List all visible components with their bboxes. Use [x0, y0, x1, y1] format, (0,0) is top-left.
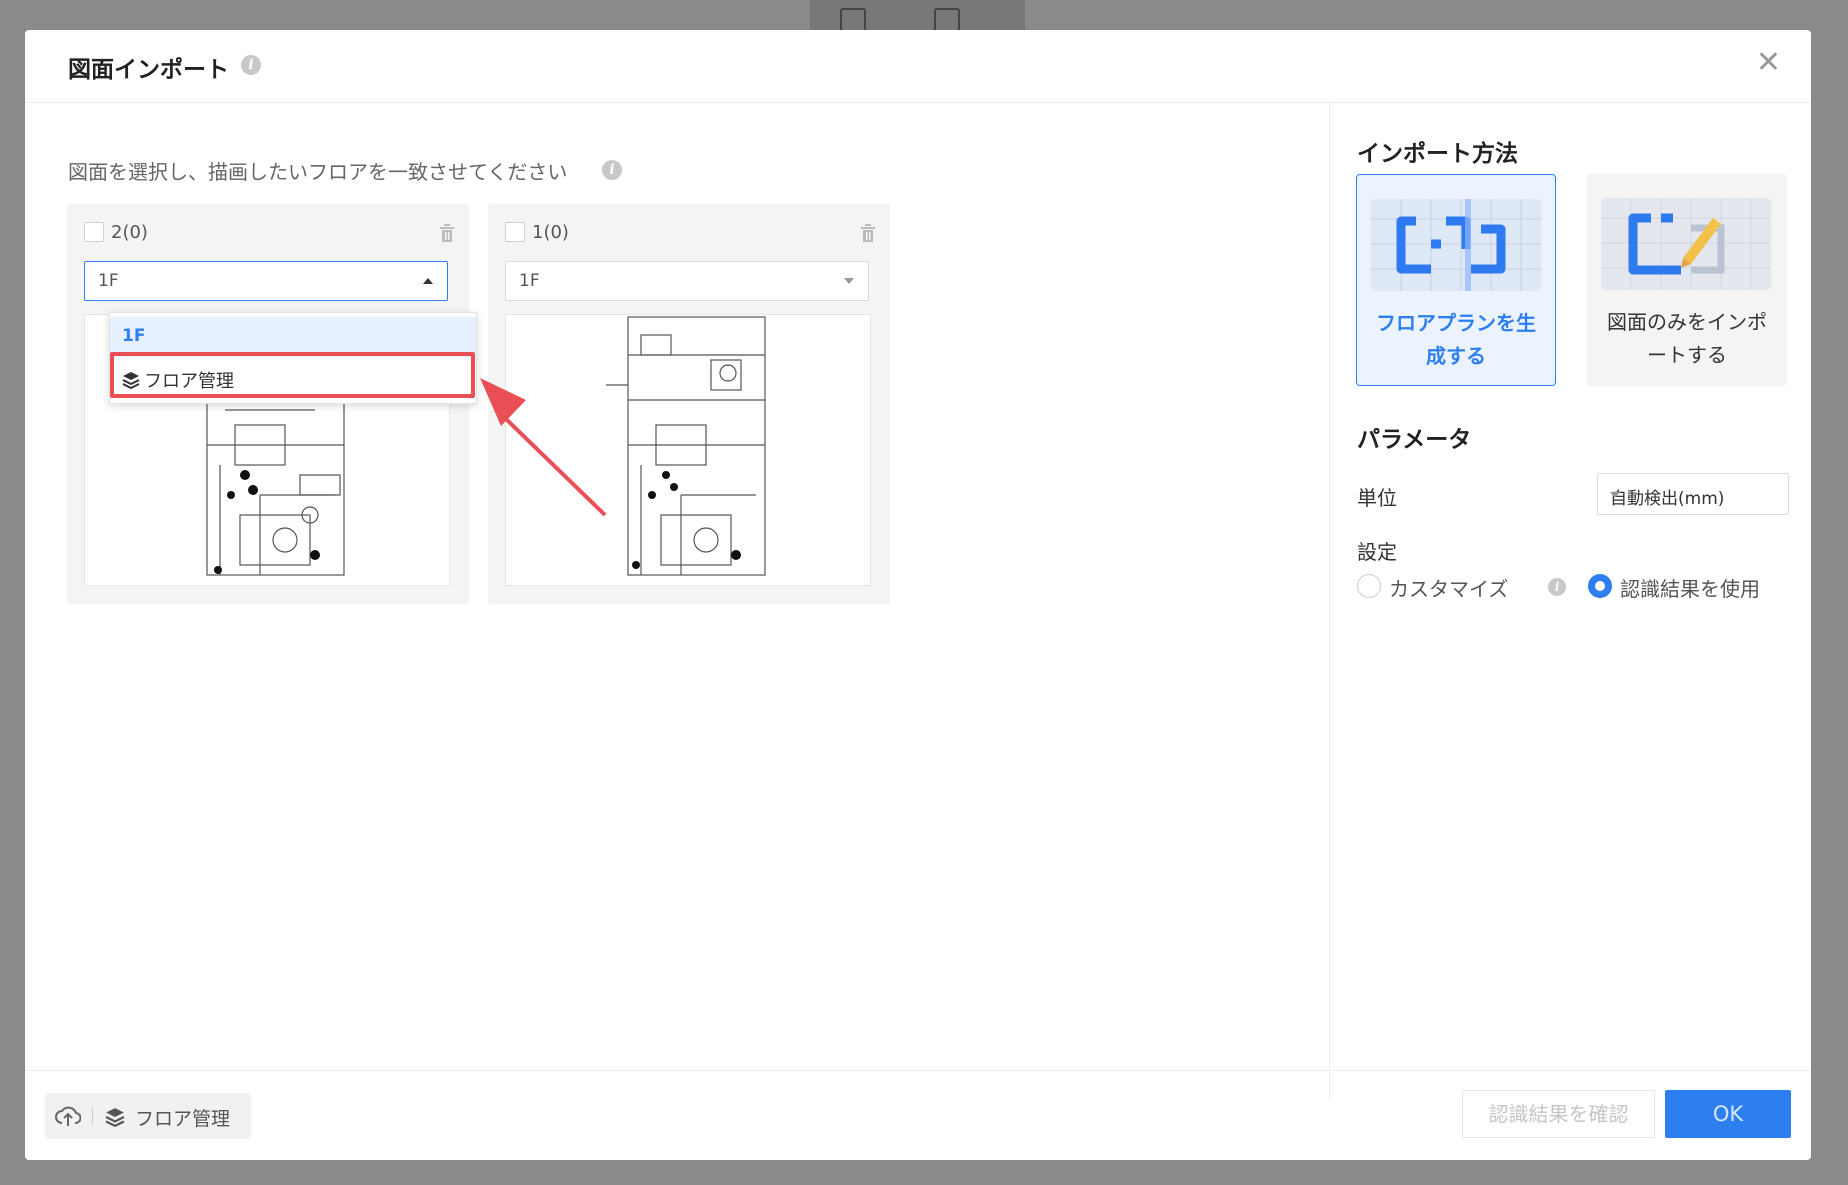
floorplan-generate-illustration: [1371, 199, 1541, 291]
radio-customize[interactable]: [1357, 574, 1381, 598]
drawing-import-illustration: [1601, 198, 1771, 290]
method-generate-label: フロアプランを生 成する: [1376, 311, 1536, 368]
draw-tool-icon: [934, 8, 960, 32]
layers-icon: [105, 1108, 125, 1127]
ok-button[interactable]: OK: [1665, 1090, 1791, 1138]
divider: [92, 1107, 93, 1125]
radio-use-recognition-label: 認識結果を使用: [1620, 577, 1760, 601]
import-dialog: 図面インポート i ✕ 図面を選択し、描画したいフロアを一致させてください i …: [25, 30, 1811, 1160]
footer-floor-manage[interactable]: フロア管理: [45, 1093, 251, 1139]
radio-customize-label: カスタマイズ: [1389, 577, 1509, 601]
method-generate-floorplan[interactable]: フロアプランを生 成する: [1356, 174, 1556, 386]
footer-floor-manage-label: フロア管理: [135, 1108, 231, 1130]
unit-select-value: 自動検出(mm): [1610, 489, 1725, 509]
info-icon[interactable]: i: [1548, 578, 1566, 596]
method-import-label: 図面のみをインポ ートする: [1607, 310, 1767, 367]
unit-select[interactable]: 自動検出(mm): [1597, 473, 1789, 515]
import-method-title: インポート方法: [1357, 141, 1518, 167]
method-import-drawing-only[interactable]: 図面のみをインポ ートする: [1587, 174, 1787, 386]
parameters-title: パラメータ: [1357, 427, 1472, 453]
background-toolbar: [810, 0, 1025, 32]
confirm-recognition-button[interactable]: 認識結果を確認: [1462, 1090, 1655, 1138]
import-settings-panel: インポート方法 フロアプランを生 成する 図面のみをインポ ートする パラメータ…: [1329, 102, 1811, 1100]
unit-label: 単位: [1357, 486, 1397, 510]
dialog-footer: フロア管理 認識結果を確認 OK: [25, 1070, 1811, 1160]
caret-down-icon: [1610, 492, 1620, 498]
floor-plan-tool-icon: [840, 8, 866, 32]
radio-use-recognition[interactable]: [1588, 574, 1612, 598]
setting-label: 設定: [1357, 540, 1397, 564]
cloud-upload-icon[interactable]: [55, 1104, 81, 1128]
